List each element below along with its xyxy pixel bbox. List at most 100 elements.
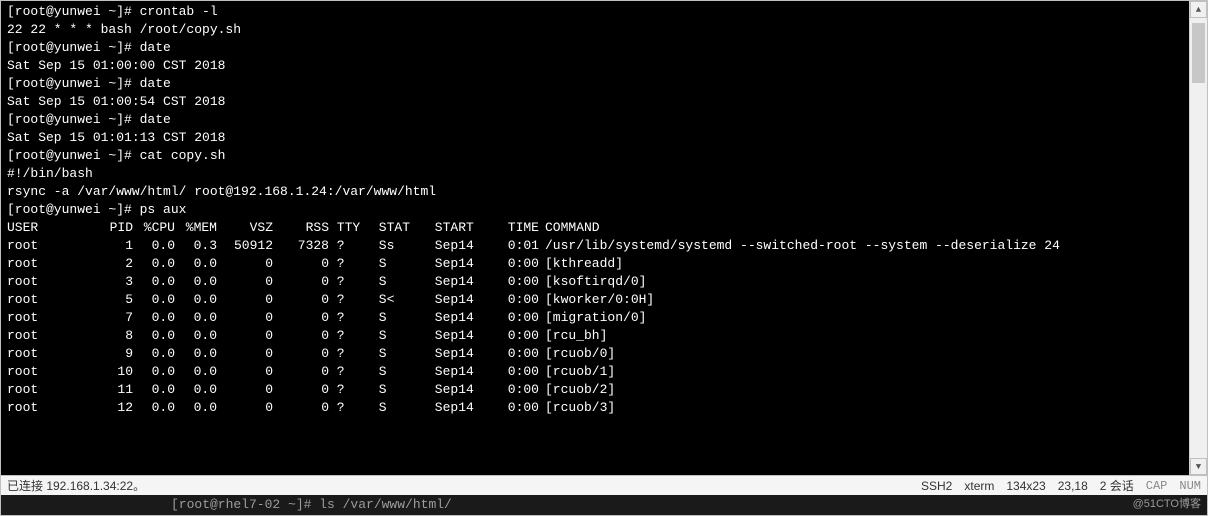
ps-col-user: root (7, 345, 77, 363)
ps-col-tty: ? (329, 363, 371, 381)
ps-col-mem: 0.0 (175, 327, 217, 345)
command-line: [root@yunwei ~]# date (7, 75, 1183, 93)
ps-header-row: USERPID%CPU%MEMVSZRSS TTY STAT STARTTIME… (7, 219, 1183, 237)
ps-col-pid: 10 (77, 363, 133, 381)
ps-col-user: root (7, 273, 77, 291)
ps-col-start: Sep14 (427, 345, 483, 363)
ps-col-vsz: 0 (217, 381, 273, 399)
ps-col-rss: 7328 (273, 237, 329, 255)
ps-col-mem: 0.3 (175, 237, 217, 255)
ps-row: root80.00.000 ? S Sep140:00[rcu_bh] (7, 327, 1183, 345)
ps-col-mem: 0.0 (175, 363, 217, 381)
ps-col-stat: S (371, 255, 427, 273)
ps-col-rss: 0 (273, 399, 329, 417)
ps-col-stat: S< (371, 291, 427, 309)
status-bar: 已连接 192.168.1.34:22。 SSH2 xterm 134x23 2… (1, 475, 1207, 495)
ps-col-time: 0:00 (483, 273, 539, 291)
ps-col-rss: RSS (273, 219, 329, 237)
command-line: [root@yunwei ~]# date (7, 111, 1183, 129)
ps-col-time: 0:00 (483, 381, 539, 399)
ps-col-pid: 11 (77, 381, 133, 399)
ps-col-mem: 0.0 (175, 399, 217, 417)
ps-col-stat: STAT (371, 219, 427, 237)
ps-col-start: Sep14 (427, 237, 483, 255)
ps-row: root30.00.000 ? S Sep140:00[ksoftirqd/0] (7, 273, 1183, 291)
status-connection: 已连接 192.168.1.34:22。 (7, 477, 921, 495)
command-line: [root@yunwei ~]# cat copy.sh (7, 147, 1183, 165)
ps-col-tty: ? (329, 309, 371, 327)
ps-col-tty: ? (329, 399, 371, 417)
ps-col-time: 0:00 (483, 327, 539, 345)
output-line: Sat Sep 15 01:00:54 CST 2018 (7, 93, 1183, 111)
status-size: 134x23 (1006, 477, 1045, 495)
output-line: Sat Sep 15 01:00:00 CST 2018 (7, 57, 1183, 75)
scroll-up-button[interactable]: ▲ (1190, 1, 1207, 18)
ps-col-start: Sep14 (427, 399, 483, 417)
ps-col-cpu: 0.0 (133, 255, 175, 273)
ps-col-vsz: 0 (217, 345, 273, 363)
background-terminal-line: [root@rhel7-02 ~]# ls /var/www/html/ (1, 495, 1207, 515)
ps-col-stat: S (371, 309, 427, 327)
ps-col-user: root (7, 381, 77, 399)
ps-col-user: root (7, 327, 77, 345)
ps-col-user: root (7, 399, 77, 417)
ps-col-start: Sep14 (427, 363, 483, 381)
ps-row: root50.00.000 ? S< Sep140:00[kworker/0:0… (7, 291, 1183, 309)
ps-col-cpu: 0.0 (133, 399, 175, 417)
ps-col-user: root (7, 237, 77, 255)
ps-col-cpu: 0.0 (133, 381, 175, 399)
ps-col-mem: 0.0 (175, 309, 217, 327)
ps-col-time: TIME (483, 219, 539, 237)
ps-col-cmd: [kworker/0:0H] (539, 291, 654, 309)
ps-col-stat: S (371, 327, 427, 345)
ps-col-tty: ? (329, 327, 371, 345)
ps-col-pid: 5 (77, 291, 133, 309)
ps-col-cmd: [rcuob/3] (539, 399, 615, 417)
ps-col-cmd: [rcu_bh] (539, 327, 607, 345)
ps-col-pid: 2 (77, 255, 133, 273)
ps-col-time: 0:00 (483, 399, 539, 417)
status-sessions: 2 会话 (1100, 477, 1134, 495)
ps-col-time: 0:00 (483, 255, 539, 273)
ps-col-user: root (7, 255, 77, 273)
ps-col-pid: 9 (77, 345, 133, 363)
ps-col-mem: 0.0 (175, 291, 217, 309)
ps-col-start: Sep14 (427, 273, 483, 291)
watermark: @51CTO博客 (1133, 495, 1201, 513)
ps-col-cpu: 0.0 (133, 309, 175, 327)
ps-col-pid: PID (77, 219, 133, 237)
ps-col-start: Sep14 (427, 255, 483, 273)
ps-col-tty: ? (329, 291, 371, 309)
ps-col-vsz: 0 (217, 327, 273, 345)
command-line: [root@yunwei ~]# crontab -l (7, 3, 1183, 21)
vertical-scrollbar[interactable]: ▲ ▼ (1189, 1, 1207, 475)
status-num-indicator: NUM (1179, 477, 1201, 495)
ps-row: root110.00.000 ? S Sep140:00[rcuob/2] (7, 381, 1183, 399)
output-line: Sat Sep 15 01:01:13 CST 2018 (7, 129, 1183, 147)
ps-col-time: 0:00 (483, 309, 539, 327)
ps-col-mem: 0.0 (175, 255, 217, 273)
ps-col-cpu: 0.0 (133, 273, 175, 291)
output-line: #!/bin/bash (7, 165, 1183, 183)
ps-col-stat: S (371, 273, 427, 291)
scroll-down-button[interactable]: ▼ (1190, 458, 1207, 475)
ps-col-user: root (7, 309, 77, 327)
ps-row: root70.00.000 ? S Sep140:00[migration/0] (7, 309, 1183, 327)
ps-col-pid: 3 (77, 273, 133, 291)
terminal-viewport[interactable]: [root@yunwei ~]# crontab -l22 22 * * * b… (1, 1, 1189, 475)
ps-col-start: Sep14 (427, 327, 483, 345)
ps-col-stat: S (371, 345, 427, 363)
ps-col-mem: 0.0 (175, 273, 217, 291)
ps-col-start: START (427, 219, 483, 237)
scroll-thumb[interactable] (1192, 23, 1205, 83)
ps-col-tty: ? (329, 381, 371, 399)
ps-col-mem: 0.0 (175, 381, 217, 399)
ps-row: root120.00.000 ? S Sep140:00[rcuob/3] (7, 399, 1183, 417)
ps-col-user: USER (7, 219, 77, 237)
command-line: [root@yunwei ~]# ps aux (7, 201, 1183, 219)
ps-col-pid: 1 (77, 237, 133, 255)
status-caps-indicator: CAP (1146, 477, 1168, 495)
ps-col-cmd: /usr/lib/systemd/systemd --switched-root… (539, 237, 1060, 255)
ps-col-pid: 8 (77, 327, 133, 345)
status-protocol: SSH2 (921, 477, 952, 495)
